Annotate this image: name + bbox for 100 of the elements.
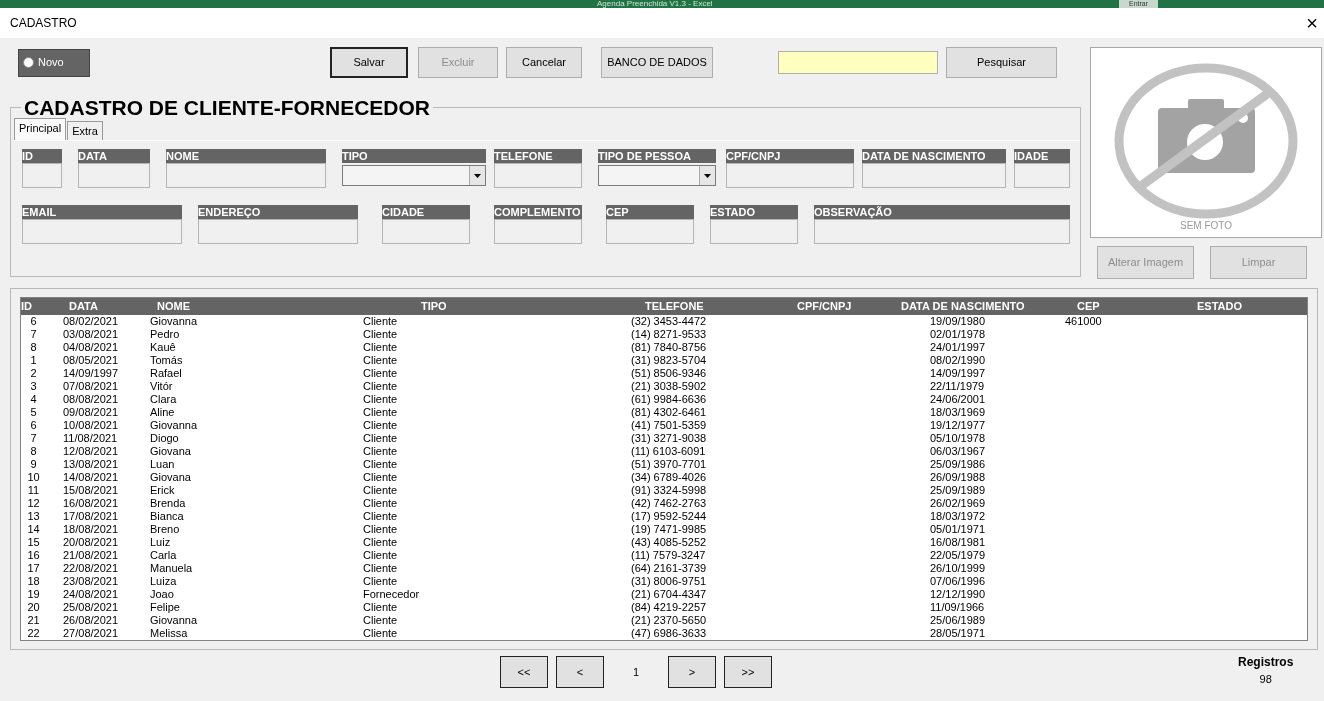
- table-cell: (32) 3453-4472: [631, 314, 707, 327]
- table-cell: (21) 2370-5650: [631, 613, 707, 626]
- input-field[interactable]: [166, 163, 326, 188]
- field-label: TIPO: [342, 149, 486, 163]
- table-cell: 9: [30, 457, 37, 470]
- table-cell: Carla: [150, 548, 177, 561]
- table-cell: (21) 3038-5902: [631, 379, 707, 392]
- table-cell: Aline: [150, 405, 175, 418]
- table-cell: 19/12/1977: [930, 418, 986, 431]
- search-button[interactable]: Pesquisar: [946, 47, 1057, 78]
- dropdown-field[interactable]: [598, 165, 716, 186]
- table-cell: Breno: [150, 522, 180, 535]
- field-label: TELEFONE: [494, 149, 582, 163]
- pager-button[interactable]: >>: [724, 656, 772, 688]
- column-header: CEP: [1077, 300, 1100, 312]
- input-field[interactable]: [494, 219, 582, 244]
- input-field[interactable]: [78, 163, 150, 188]
- input-field[interactable]: [606, 219, 694, 244]
- table-cell: 03/08/2021: [63, 327, 119, 340]
- close-button[interactable]: ×: [1304, 13, 1320, 33]
- form-tab[interactable]: Principal: [14, 118, 67, 140]
- table-cell: Fornecedor: [363, 587, 420, 600]
- table-cell: Vitór: [150, 379, 173, 392]
- table-cell: 08/02/1990: [930, 353, 986, 366]
- form-tab[interactable]: Extra: [67, 121, 103, 140]
- table-cell: (47) 6986-3633: [631, 626, 707, 639]
- input-field[interactable]: [814, 219, 1070, 244]
- table-cell: 02/01/1978: [930, 327, 986, 340]
- table-cell: (81) 7840-8756: [631, 340, 707, 353]
- table-cell: 25/09/1989: [930, 483, 986, 496]
- toolbar-button[interactable]: Cancelar: [506, 47, 582, 78]
- field-label: CIDADE: [382, 205, 470, 219]
- input-field[interactable]: [198, 219, 358, 244]
- input-field[interactable]: [22, 163, 62, 188]
- table-cell: (84) 4219-2257: [631, 600, 707, 613]
- table-cell: 27/08/2021: [63, 626, 119, 639]
- table-cell: 13/08/2021: [63, 457, 119, 470]
- table-cell: Cliente: [363, 379, 398, 392]
- field-label: ESTADO: [710, 205, 798, 219]
- pager-button[interactable]: >: [668, 656, 716, 688]
- new-radio[interactable]: Novo: [18, 48, 90, 77]
- table-cell: 07/06/1996: [930, 574, 986, 587]
- table-cell: (14) 8271-9533: [631, 327, 707, 340]
- table-cell: 15: [27, 535, 40, 548]
- table-cell: Cliente: [363, 431, 398, 444]
- table-cell: 21/08/2021: [63, 548, 119, 561]
- input-field[interactable]: [726, 163, 854, 188]
- table-cell: 22/05/1979: [930, 548, 986, 561]
- table-cell: Giovanna: [150, 418, 198, 431]
- dropdown-field[interactable]: [342, 165, 486, 186]
- search-field[interactable]: [778, 51, 938, 74]
- table-cell: 16/08/1981: [930, 535, 986, 548]
- input-field[interactable]: [382, 219, 470, 244]
- table-cell: 16/08/2021: [63, 496, 119, 509]
- table-cell: Cliente: [363, 405, 398, 418]
- column-header: ESTADO: [1197, 300, 1243, 312]
- input-field[interactable]: [710, 219, 798, 244]
- table-cell: 18/03/1972: [930, 509, 986, 522]
- pager-button[interactable]: <: [556, 656, 604, 688]
- table-cell: Giovanna: [150, 613, 198, 626]
- input-field[interactable]: [1014, 163, 1070, 188]
- table-cell: 5: [30, 405, 37, 418]
- table-cell: 12/12/1990: [930, 587, 986, 600]
- table-cell: Cliente: [363, 327, 398, 340]
- field-label: ENDEREÇO: [198, 205, 358, 219]
- column-header: CPF/CNPJ: [797, 300, 852, 312]
- toolbar-button[interactable]: Salvar: [330, 47, 408, 78]
- input-field[interactable]: [22, 219, 182, 244]
- input-field[interactable]: [862, 163, 1006, 188]
- table-cell: Cliente: [363, 483, 398, 496]
- table-cell: Tomás: [150, 353, 183, 366]
- field-label: DATA DE NASCIMENTO: [862, 149, 1006, 163]
- table-cell: Cliente: [363, 470, 398, 483]
- table-cell: 08/02/2021: [63, 314, 119, 327]
- table-cell: 8: [30, 340, 37, 353]
- table-cell: Luiz: [150, 535, 171, 548]
- table-cell: (64) 2161-3739: [631, 561, 707, 574]
- table-cell: Joao: [150, 587, 174, 600]
- table-cell: Luan: [150, 457, 175, 470]
- table-cell: (31) 3271-9038: [631, 431, 707, 444]
- table-cell: (61) 9984-6636: [631, 392, 707, 405]
- toolbar-button[interactable]: BANCO DE DADOS: [601, 47, 713, 78]
- table-cell: Clara: [150, 392, 177, 405]
- input-field[interactable]: [494, 163, 582, 188]
- table-cell: 18/08/2021: [63, 522, 119, 535]
- table-cell: 17/08/2021: [63, 509, 119, 522]
- table-cell: Luiza: [150, 574, 177, 587]
- table-cell: 22/11/1979: [930, 379, 985, 392]
- table-cell: Pedro: [150, 327, 180, 340]
- table-cell: 461000: [1065, 314, 1102, 327]
- table-cell: 04/08/2021: [63, 340, 119, 353]
- table-cell: 23/08/2021: [63, 574, 119, 587]
- pager-button[interactable]: <<: [500, 656, 548, 688]
- table-cell: 3: [30, 379, 37, 392]
- table-cell: 6: [30, 314, 37, 327]
- table-cell: Erick: [150, 483, 175, 496]
- column-header: TELEFONE: [645, 300, 704, 312]
- table-cell: 11/09/1966: [930, 600, 985, 613]
- table-cell: 05/01/1971: [930, 522, 986, 535]
- table-cell: (41) 7501-5359: [631, 418, 707, 431]
